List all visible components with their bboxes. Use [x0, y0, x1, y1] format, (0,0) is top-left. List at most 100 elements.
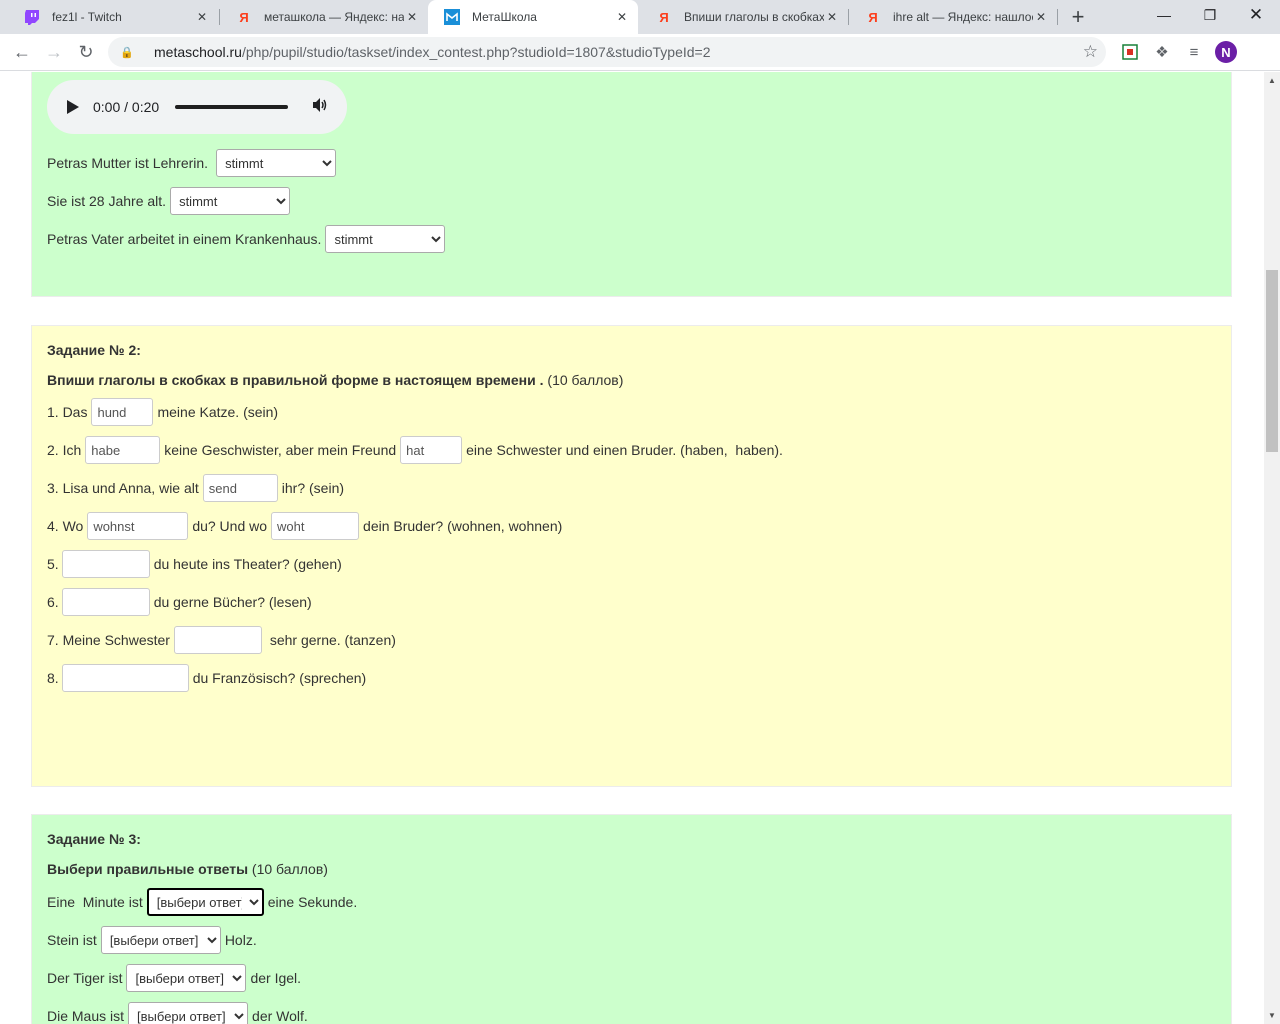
task1-question-1: Petras Mutter ist Lehrerin. stimmt — [47, 149, 340, 177]
tab-title: МетаШкола — [472, 10, 537, 24]
task2-row-7: 7. Meine Schwester sehr gerne. (tanzen) — [47, 626, 396, 654]
row-text: du? Und wo — [192, 518, 268, 534]
forward-icon[interactable]: → — [40, 38, 68, 66]
tab-title: Впиши глаголы в скобках — [684, 10, 824, 24]
verb-input[interactable] — [61, 588, 150, 616]
verb-input[interactable] — [173, 626, 262, 654]
profile-avatar[interactable]: N — [1215, 41, 1237, 63]
answer-select[interactable]: stimmt — [325, 225, 446, 253]
row-text: eine Sekunde. — [267, 894, 358, 910]
extension-icon[interactable] — [1120, 42, 1140, 62]
row-text: du Französisch? (sprechen) — [192, 670, 367, 686]
row-text: 8. — [47, 670, 59, 686]
verb-input[interactable] — [85, 436, 161, 464]
task3-title: Задание № 3: — [47, 831, 141, 847]
tab-separator — [1057, 9, 1058, 25]
task3-row-4: Die Maus ist [выбери ответ] der Wolf. — [47, 1002, 308, 1024]
question-text: Petras Vater arbeitet in einem Krankenha… — [47, 231, 322, 247]
row-text: 2. Ich — [47, 442, 82, 458]
play-icon[interactable] — [67, 100, 79, 114]
close-tab-icon[interactable]: ✕ — [614, 9, 630, 25]
browser-tab-yandex-verbs[interactable]: Я Впиши глаголы в скобках ✕ — [640, 0, 848, 34]
task1-panel: 0:00 / 0:20 Petras Mutter ist Lehrerin. … — [31, 72, 1232, 297]
task2-row-6: 6. du gerne Bücher? (lesen) — [47, 588, 312, 616]
media-control-icon[interactable]: ≡ — [1184, 42, 1204, 62]
row-text: 5. — [47, 556, 59, 572]
puzzle-extensions-icon[interactable]: ❖ — [1152, 42, 1172, 62]
row-text: 6. — [47, 594, 59, 610]
task2-title: Задание № 2: — [47, 342, 141, 358]
row-text: ihr? (sein) — [281, 480, 345, 496]
bookmark-star-icon[interactable]: ☆ — [1083, 42, 1098, 62]
url-text: metaschool.ru/php/pupil/studio/taskset/i… — [154, 44, 711, 60]
row-text: der Wolf. — [252, 1008, 308, 1024]
minimize-icon[interactable]: — — [1141, 0, 1187, 30]
verb-input[interactable] — [91, 398, 154, 426]
verb-input[interactable] — [87, 512, 189, 540]
volume-icon[interactable] — [312, 97, 328, 117]
task2-row-5: 5. du heute ins Theater? (gehen) — [47, 550, 342, 578]
answer-select[interactable]: [выбери ответ] — [100, 926, 221, 954]
browser-tab-twitch[interactable]: fez1l - Twitch ✕ — [8, 0, 218, 34]
yandex-icon: Я — [868, 9, 878, 25]
row-text: Der Tiger ist — [47, 970, 123, 986]
verb-input[interactable] — [202, 474, 278, 502]
task3-points: (10 баллов) — [248, 861, 328, 877]
task3-panel: Задание № 3: Выбери правильные ответы (1… — [31, 814, 1232, 1024]
new-tab-button[interactable]: + — [1066, 4, 1090, 29]
verb-input[interactable] — [61, 664, 189, 692]
verb-input[interactable] — [400, 436, 463, 464]
row-text: eine Schwester und einen Bruder. (haben,… — [466, 442, 783, 458]
verb-input[interactable] — [61, 550, 150, 578]
row-text: Eine Minute ist — [47, 894, 143, 910]
url-host: metaschool.ru — [154, 44, 242, 60]
task3-description: Выбери правильные ответы (10 баллов) — [47, 861, 328, 877]
twitch-icon — [24, 9, 40, 25]
back-icon[interactable]: ← — [8, 38, 36, 66]
answer-select[interactable]: [выбери ответ] — [126, 964, 247, 992]
scroll-down-arrow-icon[interactable]: ▼ — [1268, 1011, 1276, 1020]
tab-title: fez1l - Twitch — [52, 10, 122, 24]
url-path: /php/pupil/studio/taskset/index_contest.… — [241, 44, 711, 60]
close-tab-icon[interactable]: ✕ — [824, 9, 840, 25]
yandex-icon: Я — [239, 9, 249, 25]
metaschool-icon — [444, 9, 460, 25]
tab-title: ihre alt — Яндекс: нашлось — [893, 10, 1033, 24]
close-tab-icon[interactable]: ✕ — [1033, 9, 1049, 25]
audio-progress-slider[interactable] — [175, 105, 289, 109]
task3-row-2: Stein ist [выбери ответ] Holz. — [47, 926, 257, 954]
row-text: 1. Das — [47, 404, 88, 420]
task2-points: (10 баллов) — [543, 372, 624, 388]
verb-input[interactable] — [271, 512, 360, 540]
answer-select-focused[interactable]: [выбери ответ] — [146, 888, 264, 916]
answer-select[interactable]: [выбери ответ] — [128, 1002, 249, 1024]
close-tab-icon[interactable]: ✕ — [194, 9, 210, 25]
row-text: Holz. — [224, 932, 257, 948]
row-text: du gerne Bücher? (lesen) — [153, 594, 312, 610]
answer-select[interactable]: stimmt — [216, 149, 337, 177]
task2-row-8: 8. du Französisch? (sprechen) — [47, 664, 366, 692]
restore-icon[interactable]: ❐ — [1187, 0, 1233, 30]
question-text: Sie ist 28 Jahre alt. — [47, 193, 167, 209]
scrollbar-thumb[interactable] — [1266, 270, 1278, 452]
audio-player: 0:00 / 0:20 — [47, 80, 347, 134]
page-scrollbar[interactable]: ▲ ▼ — [1264, 72, 1280, 1024]
row-text: du heute ins Theater? (gehen) — [153, 556, 342, 572]
task3-instruction: Выбери правильные ответы — [47, 861, 249, 877]
row-text: Die Maus ist — [47, 1008, 125, 1024]
close-tab-icon[interactable]: ✕ — [404, 9, 420, 25]
page-content: 0:00 / 0:20 Petras Mutter ist Lehrerin. … — [0, 72, 1264, 1024]
scroll-up-arrow-icon[interactable]: ▲ — [1268, 76, 1276, 85]
browser-tab-yandex-ihre-alt[interactable]: Я ihre alt — Яндекс: нашлось ✕ — [849, 0, 1057, 34]
yandex-icon: Я — [659, 9, 669, 25]
address-bar[interactable]: 🔒 metaschool.ru/php/pupil/studio/taskset… — [108, 37, 1106, 67]
window-close-icon[interactable]: ✕ — [1233, 0, 1279, 30]
browser-tab-yandex-metaschool[interactable]: Я меташкола — Яндекс: нашл ✕ — [220, 0, 428, 34]
task1-question-3: Petras Vater arbeitet in einem Krankenha… — [47, 225, 449, 253]
row-text: 3. Lisa und Anna, wie alt — [47, 480, 199, 496]
row-text: meine Katze. (sein) — [157, 404, 279, 420]
browser-tab-metaschool[interactable]: МетаШкола ✕ — [428, 0, 638, 34]
task2-instruction: Впиши глаголы в скобках в правильной фор… — [47, 372, 544, 388]
reload-icon[interactable]: ↻ — [72, 38, 100, 66]
answer-select[interactable]: stimmt — [170, 187, 291, 215]
